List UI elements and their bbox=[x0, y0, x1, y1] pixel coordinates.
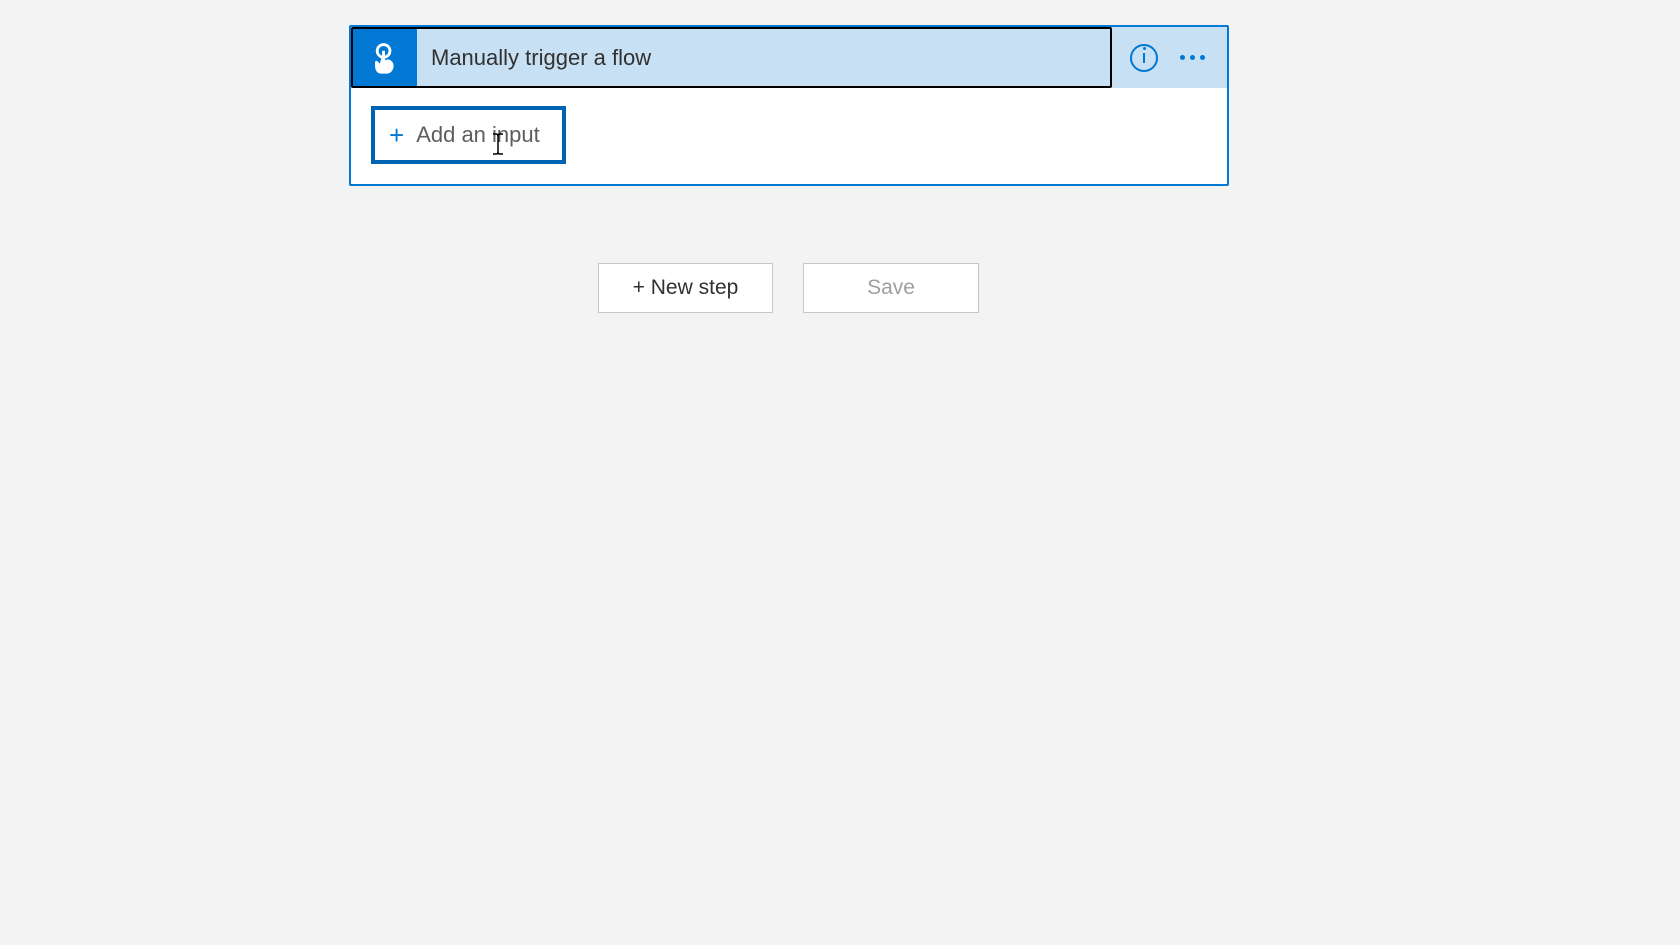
info-icon[interactable] bbox=[1130, 44, 1158, 72]
plus-icon: + bbox=[389, 122, 404, 148]
trigger-header[interactable]: Manually trigger a flow bbox=[351, 27, 1227, 88]
save-button: Save bbox=[803, 263, 979, 313]
trigger-header-actions bbox=[1112, 27, 1227, 88]
touch-icon bbox=[368, 41, 402, 75]
trigger-card: Manually trigger a flow + Add an input bbox=[349, 25, 1229, 186]
new-step-button[interactable]: + New step bbox=[598, 263, 773, 313]
ellipsis-icon[interactable] bbox=[1180, 55, 1205, 60]
add-input-button[interactable]: + Add an input bbox=[371, 106, 566, 164]
add-input-label: Add an input bbox=[416, 122, 540, 148]
trigger-header-main[interactable]: Manually trigger a flow bbox=[351, 27, 1112, 88]
trigger-title: Manually trigger a flow bbox=[417, 45, 651, 71]
trigger-body: + Add an input bbox=[351, 88, 1227, 184]
action-buttons-row: + New step Save bbox=[598, 263, 979, 313]
trigger-icon-container bbox=[353, 29, 417, 86]
